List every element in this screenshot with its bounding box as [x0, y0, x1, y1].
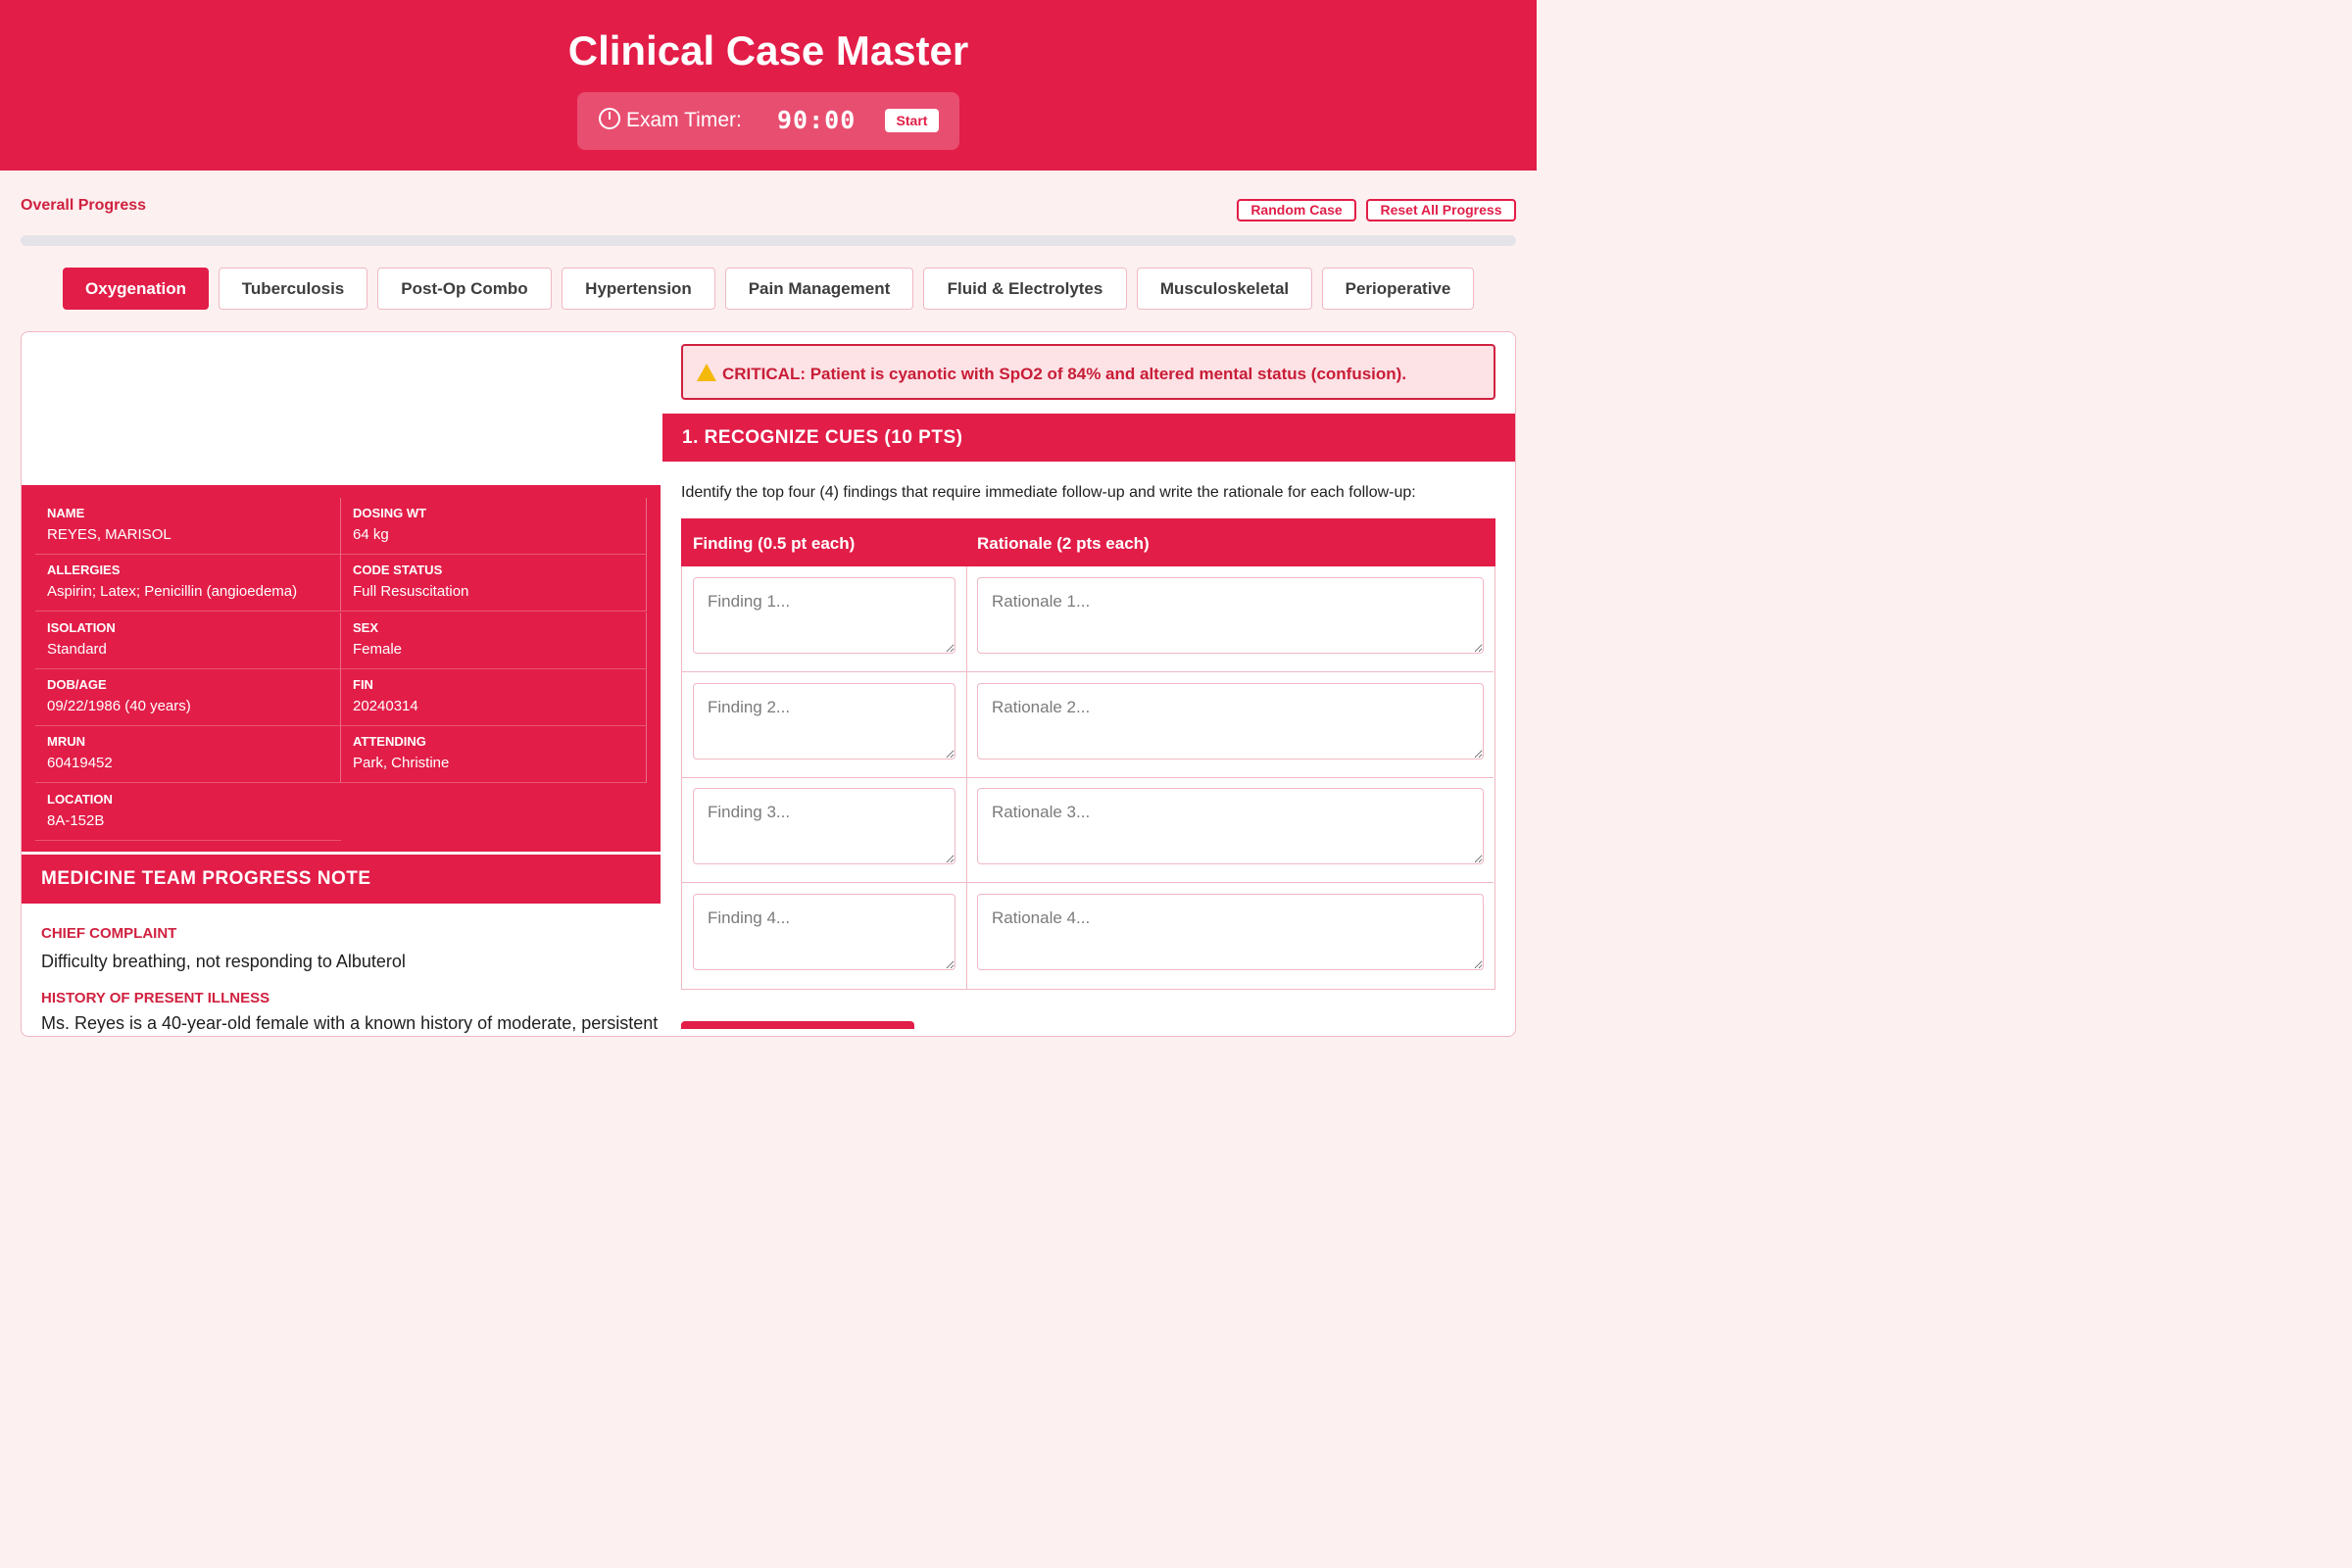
dob-age: 09/22/1986 (40 years) — [47, 698, 191, 714]
location: 8A-152B — [47, 812, 105, 829]
rationale-4-input[interactable] — [977, 894, 1484, 970]
mrun: 60419452 — [47, 755, 113, 771]
hpi-label: HISTORY OF PRESENT ILLNESS — [41, 990, 270, 1006]
sex: Female — [353, 641, 403, 658]
finding-1-input[interactable] — [693, 577, 956, 654]
demo-key: ATTENDING — [353, 734, 426, 749]
demo-fin: FIN 20240314 — [341, 669, 647, 726]
column-divider — [966, 672, 967, 777]
demo-dob-age: DOB/AGE 09/22/1986 (40 years) — [35, 669, 341, 726]
hpi-text: Ms. Reyes is a 40-year-old female with a… — [41, 1013, 659, 1033]
finding-4-input[interactable] — [693, 894, 956, 970]
timer-label-wrap: Exam Timer: — [599, 108, 742, 132]
recognize-cues-title: 1. RECOGNIZE CUES (10 PTS) — [662, 414, 1515, 462]
demo-key: DOB/AGE — [47, 677, 107, 692]
reset-all-progress-button[interactable]: Reset All Progress — [1366, 199, 1516, 221]
fin: 20240314 — [353, 698, 418, 714]
tab-hypertension[interactable]: Hypertension — [562, 268, 715, 310]
demo-mrun: MRUN 60419452 — [35, 726, 341, 783]
start-timer-button[interactable]: Start — [885, 109, 939, 132]
finding-2-input[interactable] — [693, 683, 956, 760]
stopwatch-icon — [599, 108, 620, 129]
finding-3-input[interactable] — [693, 788, 956, 864]
tab-tuberculosis[interactable]: Tuberculosis — [219, 268, 368, 310]
table-row — [682, 883, 1494, 989]
rationale-column-header: Rationale (2 pts each) — [977, 534, 1150, 553]
timer-value: 90:00 — [777, 106, 857, 134]
tab-oxygenation[interactable]: Oxygenation — [63, 268, 209, 310]
tab-perioperative[interactable]: Perioperative — [1322, 268, 1474, 310]
patient-demographics: NAME REYES, MARISOL DOSING WT 64 kg ALLE… — [22, 485, 661, 852]
critical-alert: CRITICAL: Patient is cyanotic with SpO2 … — [681, 344, 1495, 400]
table-row — [682, 777, 1494, 883]
demo-key: DOSING WT — [353, 506, 427, 520]
rationale-3-input[interactable] — [977, 788, 1484, 864]
demo-key: FIN — [353, 677, 373, 692]
rationale-2-input[interactable] — [977, 683, 1484, 760]
demo-location: LOCATION 8A-152B — [35, 784, 341, 841]
demo-key: ALLERGIES — [47, 563, 121, 577]
demo-key: MRUN — [47, 734, 85, 749]
table-row — [682, 672, 1494, 778]
section-action-button[interactable] — [681, 1021, 914, 1029]
demo-key: LOCATION — [47, 792, 113, 807]
findings-table-header: Finding (0.5 pt each) Rationale (2 pts e… — [681, 518, 1495, 566]
critical-alert-text: CRITICAL: Patient is cyanotic with SpO2 … — [722, 365, 1407, 383]
timer-label: Exam Timer: — [626, 109, 742, 131]
patient-name: REYES, MARISOL — [47, 526, 172, 543]
finding-column-header: Finding (0.5 pt each) — [693, 534, 856, 553]
isolation: Standard — [47, 641, 107, 658]
warning-icon — [697, 364, 716, 381]
demo-key: CODE STATUS — [353, 563, 443, 577]
demo-isolation: ISOLATION Standard — [35, 612, 341, 669]
demo-code-status: CODE STATUS Full Resuscitation — [341, 555, 647, 612]
app-title: Clinical Case Master — [567, 27, 969, 74]
rationale-1-input[interactable] — [977, 577, 1484, 654]
attending: Park, Christine — [353, 755, 450, 771]
column-divider — [966, 566, 967, 671]
findings-table — [681, 566, 1495, 990]
demo-dosing-wt: DOSING WT 64 kg — [341, 498, 647, 555]
demo-key: NAME — [47, 506, 85, 520]
demo-key: SEX — [353, 620, 379, 635]
demo-name: NAME REYES, MARISOL — [35, 498, 341, 555]
chief-complaint-text: Difficulty breathing, not responding to … — [41, 952, 406, 971]
progress-note-title: MEDICINE TEAM PROGRESS NOTE — [22, 855, 661, 904]
tab-post-op-combo[interactable]: Post-Op Combo — [377, 268, 552, 310]
demo-allergies: ALLERGIES Aspirin; Latex; Penicillin (an… — [35, 555, 341, 612]
demo-key: ISOLATION — [47, 620, 116, 635]
overall-progress-label: Overall Progress — [21, 197, 147, 214]
section-instructions: Identify the top four (4) findings that … — [681, 484, 1416, 501]
demo-sex: SEX Female — [341, 612, 647, 669]
random-case-button[interactable]: Random Case — [1237, 199, 1356, 221]
dosing-weight: 64 kg — [353, 526, 389, 543]
overall-progress-bar — [21, 235, 1516, 246]
allergies: Aspirin; Latex; Penicillin (angioedema) — [47, 583, 298, 600]
demo-attending: ATTENDING Park, Christine — [341, 726, 647, 783]
tab-fluid-electrolytes[interactable]: Fluid & Electrolytes — [923, 268, 1127, 310]
tab-pain-management[interactable]: Pain Management — [725, 268, 913, 310]
column-divider — [966, 777, 967, 882]
table-row — [682, 566, 1494, 672]
tab-musculoskeletal[interactable]: Musculoskeletal — [1137, 268, 1312, 310]
code-status: Full Resuscitation — [353, 583, 469, 600]
chief-complaint-label: CHIEF COMPLAINT — [41, 925, 177, 942]
column-divider — [966, 883, 967, 989]
